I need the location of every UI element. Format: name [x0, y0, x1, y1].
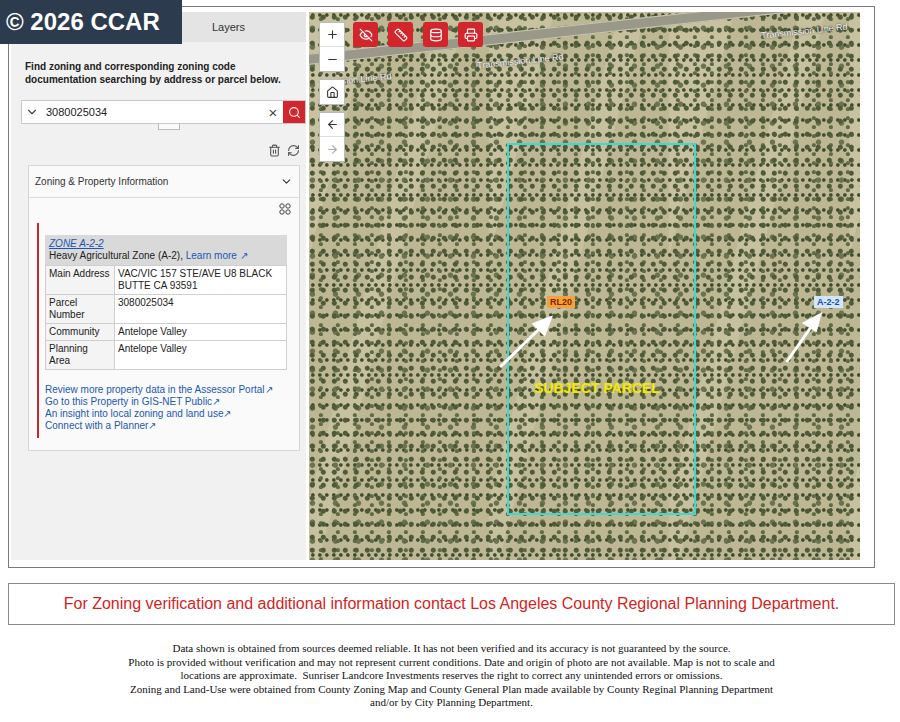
collapse-handle[interactable]	[158, 124, 180, 130]
property-table: Main AddressVAC/VIC 157 STE/AVE U8 BLACK…	[45, 265, 287, 370]
disclaimer: Data shown is obtained from sources deem…	[8, 642, 895, 710]
screenshot-frame: LayersFind zoning and corresponding zoni…	[8, 6, 875, 568]
links: Review more property data in the Assesso…	[45, 370, 287, 432]
clear-button[interactable]: ×	[263, 101, 283, 123]
road-label: Transmission Line Rd	[477, 51, 564, 70]
property-link[interactable]: Connect with a Planner↗	[45, 420, 287, 432]
measure-button[interactable]	[388, 22, 413, 47]
zone-label: A-2-2	[814, 296, 843, 308]
instructions: Find zoning and corresponding zoning cod…	[11, 42, 306, 86]
property-link[interactable]: Go to this Property in GIS-NET Public↗	[45, 396, 287, 408]
arrow-left-icon[interactable]	[326, 118, 339, 131]
action-row	[11, 130, 306, 157]
grid-row	[29, 198, 299, 215]
map-tools	[319, 22, 345, 165]
zoning-notice: For Zoning verification and additional i…	[8, 583, 895, 625]
layers-button[interactable]	[353, 22, 378, 47]
road-label: Transmission Line Rd	[761, 21, 848, 40]
disclaimer-line: Photo is provided without verification a…	[128, 656, 774, 670]
database-icon[interactable]	[429, 28, 443, 42]
search-input[interactable]: 3080025034	[42, 106, 263, 118]
parcel-outline	[507, 143, 696, 515]
side-panel: LayersFind zoning and corresponding zoni…	[11, 12, 306, 560]
zoom-out-button[interactable]	[320, 47, 344, 71]
learn-more-link[interactable]: Learn more ↗	[186, 250, 248, 261]
chevron-icon[interactable]	[280, 175, 293, 188]
row-value: 3080025034	[114, 294, 286, 323]
search-button[interactable]	[283, 101, 305, 123]
zone-code[interactable]: ZONE A-2-2	[49, 238, 283, 250]
disclaimer-line: and/or by City Planning Department.	[370, 696, 533, 710]
arrow-right-icon[interactable]	[326, 143, 339, 156]
refresh-icon[interactable]	[287, 144, 300, 157]
grid-icon[interactable]	[279, 203, 291, 215]
row-label: Planning Area	[46, 340, 114, 369]
arrow-icon	[500, 315, 820, 367]
zone-label: RL20	[547, 296, 575, 308]
row-label: Main Address	[46, 265, 114, 294]
disclaimer-line: Data shown is obtained from sources deem…	[172, 642, 730, 656]
home-icon[interactable]	[326, 86, 339, 99]
zone-header: ZONE A-2-2Heavy Agricultural Zone (A-2),…	[45, 235, 287, 265]
map-toolbar	[353, 22, 483, 47]
card-header[interactable]: Zoning & Property Information	[29, 166, 299, 198]
home-button[interactable]	[320, 80, 344, 104]
zoom-in-button[interactable]	[320, 23, 344, 47]
ruler-icon[interactable]	[394, 28, 408, 42]
row-value: Antelope Valley	[114, 323, 286, 340]
trash-icon[interactable]	[268, 144, 281, 157]
dropdown-chevron-icon[interactable]	[22, 101, 42, 123]
disclaimer-line: locations are approximate. Sunriser Land…	[181, 669, 723, 683]
row-value: VAC/VIC 157 STE/AVE U8 BLACK BUTTE CA 93…	[114, 265, 286, 294]
row-label: Parcel Number	[46, 294, 114, 323]
parcel-label: SUBJECT PARCEL	[534, 380, 660, 396]
home-group	[319, 79, 345, 105]
eye-off-icon[interactable]	[359, 28, 373, 42]
property-link[interactable]: An insight into local zoning and land us…	[45, 408, 287, 420]
watermark: © 2026 CCAR	[0, 0, 182, 44]
back-button[interactable]	[320, 113, 344, 137]
data-button[interactable]	[423, 22, 448, 47]
disclaimer-line: Zoning and Land-Use were obtained from C…	[130, 683, 773, 697]
zoning-card: Zoning & Property Information ZONE A-2-2H…	[28, 165, 300, 451]
arrows-overlay	[309, 12, 860, 560]
print-button[interactable]	[458, 22, 483, 47]
map[interactable]: ission Line RdTransmission Line RdTransm…	[309, 12, 860, 560]
row-label: Community	[46, 323, 114, 340]
forward-button[interactable]	[320, 137, 344, 161]
page: © 2026 CCARLayersFind zoning and corresp…	[0, 0, 900, 722]
search-field[interactable]: 3080025034×	[21, 100, 306, 124]
printer-icon[interactable]	[464, 28, 478, 42]
plus-icon[interactable]	[326, 28, 339, 41]
row-value: Antelope Valley	[114, 340, 286, 369]
property-link[interactable]: Review more property data in the Assesso…	[45, 384, 287, 396]
zoom-group	[319, 22, 345, 72]
history-group	[319, 112, 345, 162]
zone-info: ZONE A-2-2Heavy Agricultural Zone (A-2),…	[37, 223, 287, 438]
search-icon[interactable]	[288, 106, 301, 119]
minus-icon[interactable]	[326, 53, 339, 66]
